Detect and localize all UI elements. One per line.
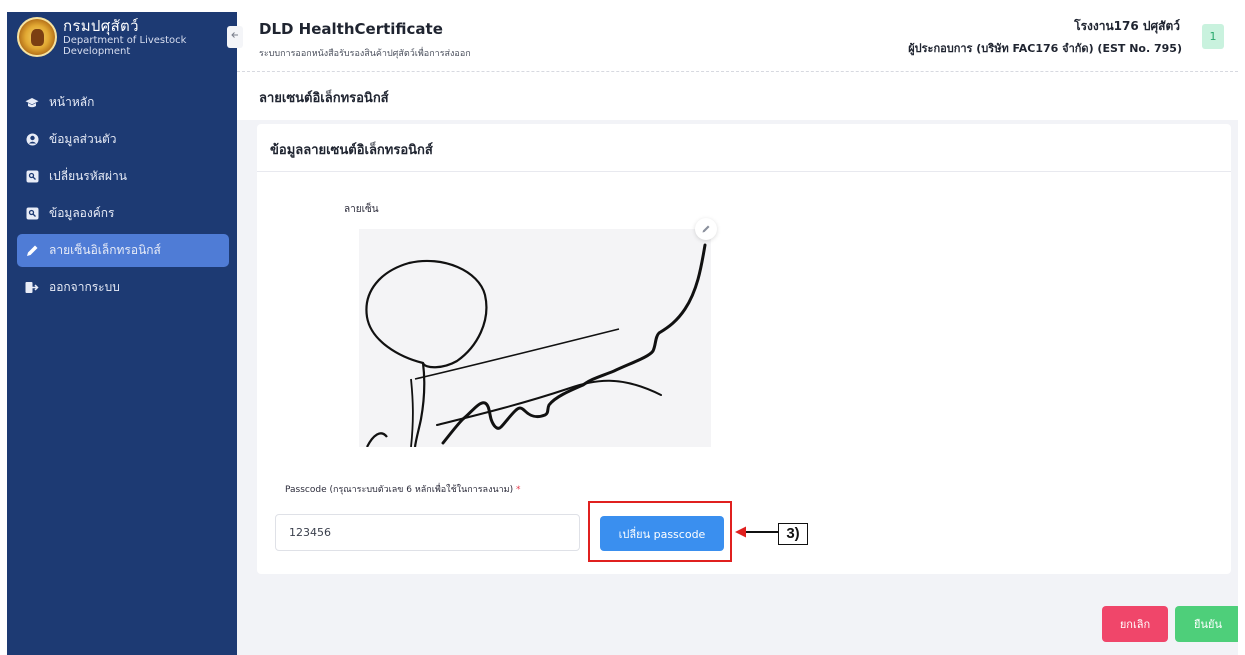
annotation-highlight-box [588,501,732,562]
dld-logo [17,17,57,57]
sidebar-item-label: ข้อมูลองค์กร [49,206,115,220]
sidebar: กรมปศุสัตว์ Department of Livestock Deve… [7,12,237,655]
annotation-arrow-icon [735,526,778,538]
sidebar-item-organization[interactable]: ข้อมูลองค์กร [17,197,229,230]
pen-icon [25,244,39,258]
user-circle-icon [25,133,39,147]
card-header: ข้อมูลลายเซนต์อิเล็กทรอนิกส์ [257,124,1231,172]
company-name: โรงงาน176 ปศุสัตว์ [1074,19,1180,33]
passcode-label: Passcode (กรุณาระบบตัวเลข 6 หลักเพื่อใช้… [285,482,521,496]
signature-drawing [365,243,707,448]
key-icon [25,170,39,184]
required-mark: * [516,485,521,495]
sidebar-item-label: เปลี่ยนรหัสผ่าน [49,169,127,183]
brand: กรมปศุสัตว์ Department of Livestock Deve… [7,12,237,76]
sidebar-item-label: หน้าหลัก [49,95,95,109]
annotation-label: 3) [778,523,808,545]
sidebar-item-home[interactable]: หน้าหลัก [17,86,229,119]
sidebar-nav: หน้าหลัก ข้อมูลส่วนตัว เปลี่ยนรหัสผ่าน ข… [7,86,237,308]
confirm-button[interactable]: ยืนยัน [1175,606,1238,642]
top-header: DLD HealthCertificate ระบบการออกหนังสือร… [237,12,1238,72]
app-title: DLD HealthCertificate [259,20,443,38]
app-subtitle: ระบบการออกหนังสือรับรองสินค้าปศุสัตว์เพื… [259,49,471,59]
graduation-cap-icon [25,96,39,110]
arrow-left-icon [231,32,238,38]
edit-signature-button[interactable] [695,218,717,240]
sidebar-item-label: ข้อมูลส่วนตัว [49,132,117,146]
cancel-button[interactable]: ยกเลิก [1102,606,1168,642]
user-avatar[interactable]: 1 [1202,24,1224,49]
sidebar-item-e-signature[interactable]: ลายเซ็นอิเล็กทรอนิกส์ [17,234,229,267]
card-title: ข้อมูลลายเซนต์อิเล็กทรอนิกส์ [270,143,433,158]
page-header: ลายเซนต์อิเล็กทรอนิกส์ [237,72,1238,120]
sidebar-item-change-password[interactable]: เปลี่ยนรหัสผ่าน [17,160,229,193]
app-frame: กรมปศุสัตว์ Department of Livestock Deve… [7,12,1238,655]
brand-name-en: Department of Livestock Development [63,35,187,57]
building-icon [25,207,39,221]
pencil-icon [702,225,710,233]
sidebar-item-profile[interactable]: ข้อมูลส่วนตัว [17,123,229,156]
sidebar-item-logout[interactable]: ออกจากระบบ [17,271,229,304]
passcode-input[interactable] [275,514,580,551]
collapse-sidebar-button[interactable] [227,26,243,48]
logout-icon [25,281,39,295]
page-title: ลายเซนต์อิเล็กทรอนิกส์ [259,91,389,106]
sidebar-item-label: ลายเซ็นอิเล็กทรอนิกส์ [49,243,161,257]
signature-image [359,229,711,448]
sidebar-item-label: ออกจากระบบ [49,280,120,294]
operator-info: ผู้ประกอบการ (บริษัท FAC176 จำกัด) (EST … [908,42,1182,55]
signature-label: ลายเซ็น [344,204,379,215]
passcode-label-text: Passcode (กรุณาระบบตัวเลข 6 หลักเพื่อใช้… [285,485,514,495]
